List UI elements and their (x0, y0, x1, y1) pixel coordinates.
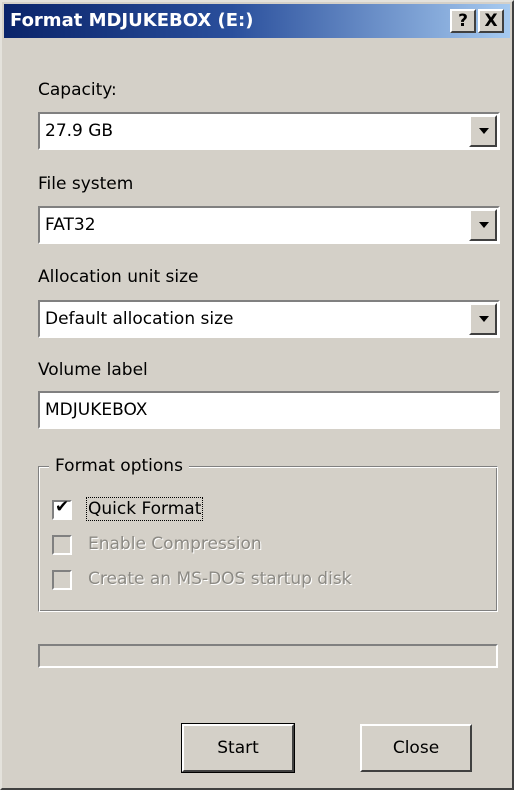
file-system-label: File system (38, 174, 134, 194)
enable-compression-checkbox[interactable] (52, 535, 72, 555)
close-window-button[interactable]: X (478, 9, 504, 33)
capacity-label: Capacity: (38, 80, 117, 100)
allocation-unit-value: Default allocation size (45, 309, 234, 329)
format-progress-bar (38, 644, 498, 668)
msdos-startup-label[interactable]: Create an MS-DOS startup disk (88, 569, 352, 589)
format-options-legend: Format options (49, 456, 189, 476)
quick-format-label[interactable]: Quick Format (85, 497, 204, 521)
title-bar[interactable]: Format MDJUKEBOX (E:) ? X (4, 4, 510, 38)
start-button[interactable]: Start (181, 723, 295, 773)
question-mark-icon: ? (458, 11, 468, 31)
allocation-unit-dropdown[interactable]: Default allocation size (38, 300, 500, 338)
format-dialog: Format MDJUKEBOX (E:) ? X Capacity: 27.9… (0, 0, 514, 790)
chevron-down-icon[interactable] (469, 303, 497, 335)
msdos-startup-checkbox[interactable] (52, 570, 72, 590)
window-title: Format MDJUKEBOX (E:) (10, 10, 254, 31)
file-system-dropdown[interactable]: FAT32 (38, 206, 500, 244)
chevron-down-icon[interactable] (469, 115, 497, 147)
allocation-unit-label: Allocation unit size (38, 267, 199, 287)
help-button[interactable]: ? (450, 9, 476, 33)
enable-compression-label[interactable]: Enable Compression (88, 534, 262, 554)
chevron-down-icon[interactable] (469, 209, 497, 241)
quick-format-checkbox[interactable]: ✔ (52, 497, 72, 520)
capacity-value: 27.9 GB (45, 121, 114, 141)
check-mark-icon: ✔ (55, 497, 70, 517)
file-system-value: FAT32 (45, 215, 96, 235)
volume-label-input[interactable]: MDJUKEBOX (38, 391, 500, 429)
volume-label-caption: Volume label (38, 360, 148, 380)
close-button[interactable]: Close (360, 724, 472, 772)
close-icon: X (484, 11, 498, 31)
capacity-dropdown[interactable]: 27.9 GB (38, 112, 500, 150)
